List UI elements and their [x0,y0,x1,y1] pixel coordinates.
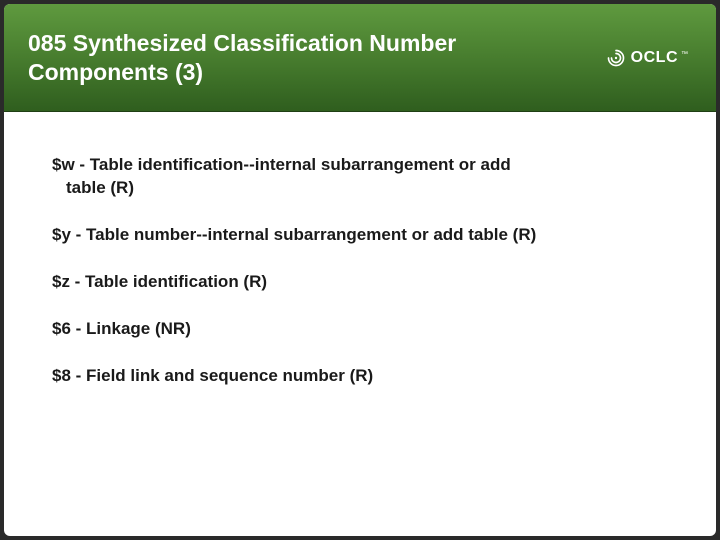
subfield-w-line2: table (R) [52,177,668,200]
slide-inner: 085 Synthesized Classification Number Co… [4,4,716,536]
subfield-w-line1: $w - Table identification--internal suba… [52,155,511,174]
subfield-8: $8 - Field link and sequence number (R) [52,365,668,388]
slide-title: 085 Synthesized Classification Number Co… [28,29,488,87]
trademark-symbol: ™ [681,51,688,58]
oclc-logo-text: OCLC [631,49,678,67]
oclc-spiral-icon [607,49,625,67]
subfield-6: $6 - Linkage (NR) [52,318,668,341]
slide: 085 Synthesized Classification Number Co… [0,0,720,540]
slide-content: $w - Table identification--internal suba… [4,112,716,388]
subfield-w: $w - Table identification--internal suba… [52,154,668,200]
subfield-z: $z - Table identification (R) [52,271,668,294]
oclc-logo: OCLC ™ [607,49,688,67]
slide-header: 085 Synthesized Classification Number Co… [4,4,716,112]
subfield-y: $y - Table number--internal subarrangeme… [52,224,668,247]
